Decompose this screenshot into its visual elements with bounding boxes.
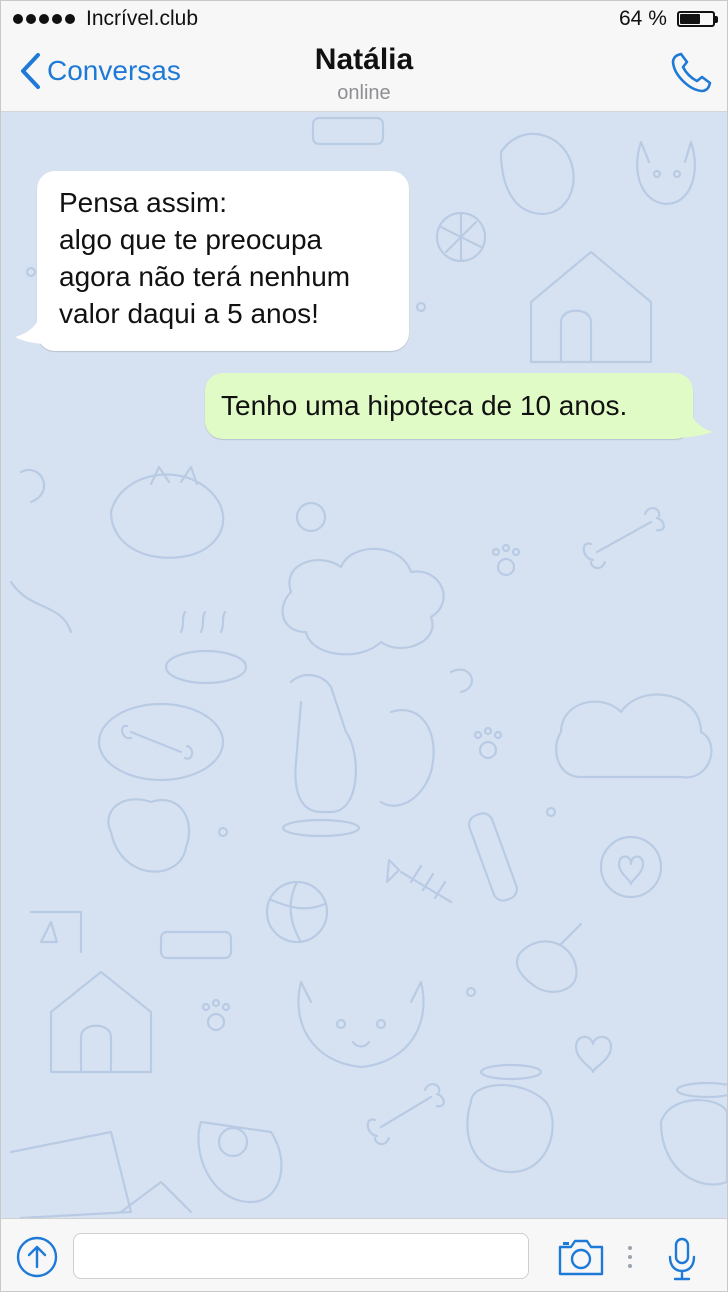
battery-icon	[677, 11, 715, 27]
attach-icon[interactable]	[15, 1235, 59, 1279]
message-line: algo que te preocupa	[59, 224, 323, 255]
battery-percentage: 64 %	[619, 7, 667, 30]
message-line: agora não terá nenhum	[59, 261, 351, 292]
message-input-bar	[1, 1218, 727, 1291]
signal-strength-icon	[13, 14, 75, 24]
contact-status: online	[337, 82, 391, 104]
contact-name[interactable]: Natália	[1, 43, 727, 77]
microphone-icon[interactable]	[667, 1237, 697, 1281]
navigation-bar: Conversas Natália online	[1, 37, 727, 112]
message-line: valor daqui a 5 anos!	[59, 298, 319, 329]
carrier-name: Incrível.club	[86, 7, 199, 30]
status-bar: Incrível.club 64 %	[1, 1, 727, 37]
message-input[interactable]	[73, 1233, 529, 1279]
outgoing-bubble-tail	[673, 408, 713, 438]
message-line: Pensa assim:	[59, 187, 228, 218]
incoming-message-bubble[interactable]: Pensa assim: algo que te preocupa agora …	[37, 171, 409, 351]
phone-icon[interactable]	[669, 51, 713, 95]
battery-level	[680, 14, 700, 24]
camera-icon[interactable]	[557, 1237, 605, 1277]
outgoing-message-bubble[interactable]: Tenho uma hipoteca de 10 anos.	[205, 373, 693, 439]
phone-screen: Incrível.club 64 % Conversas Natália onl…	[0, 0, 728, 1292]
more-dots-icon[interactable]	[627, 1245, 633, 1269]
chat-area[interactable]: Pensa assim: algo que te preocupa agora …	[1, 112, 727, 1218]
incoming-bubble-tail	[15, 317, 55, 344]
battery-tip	[715, 16, 718, 23]
